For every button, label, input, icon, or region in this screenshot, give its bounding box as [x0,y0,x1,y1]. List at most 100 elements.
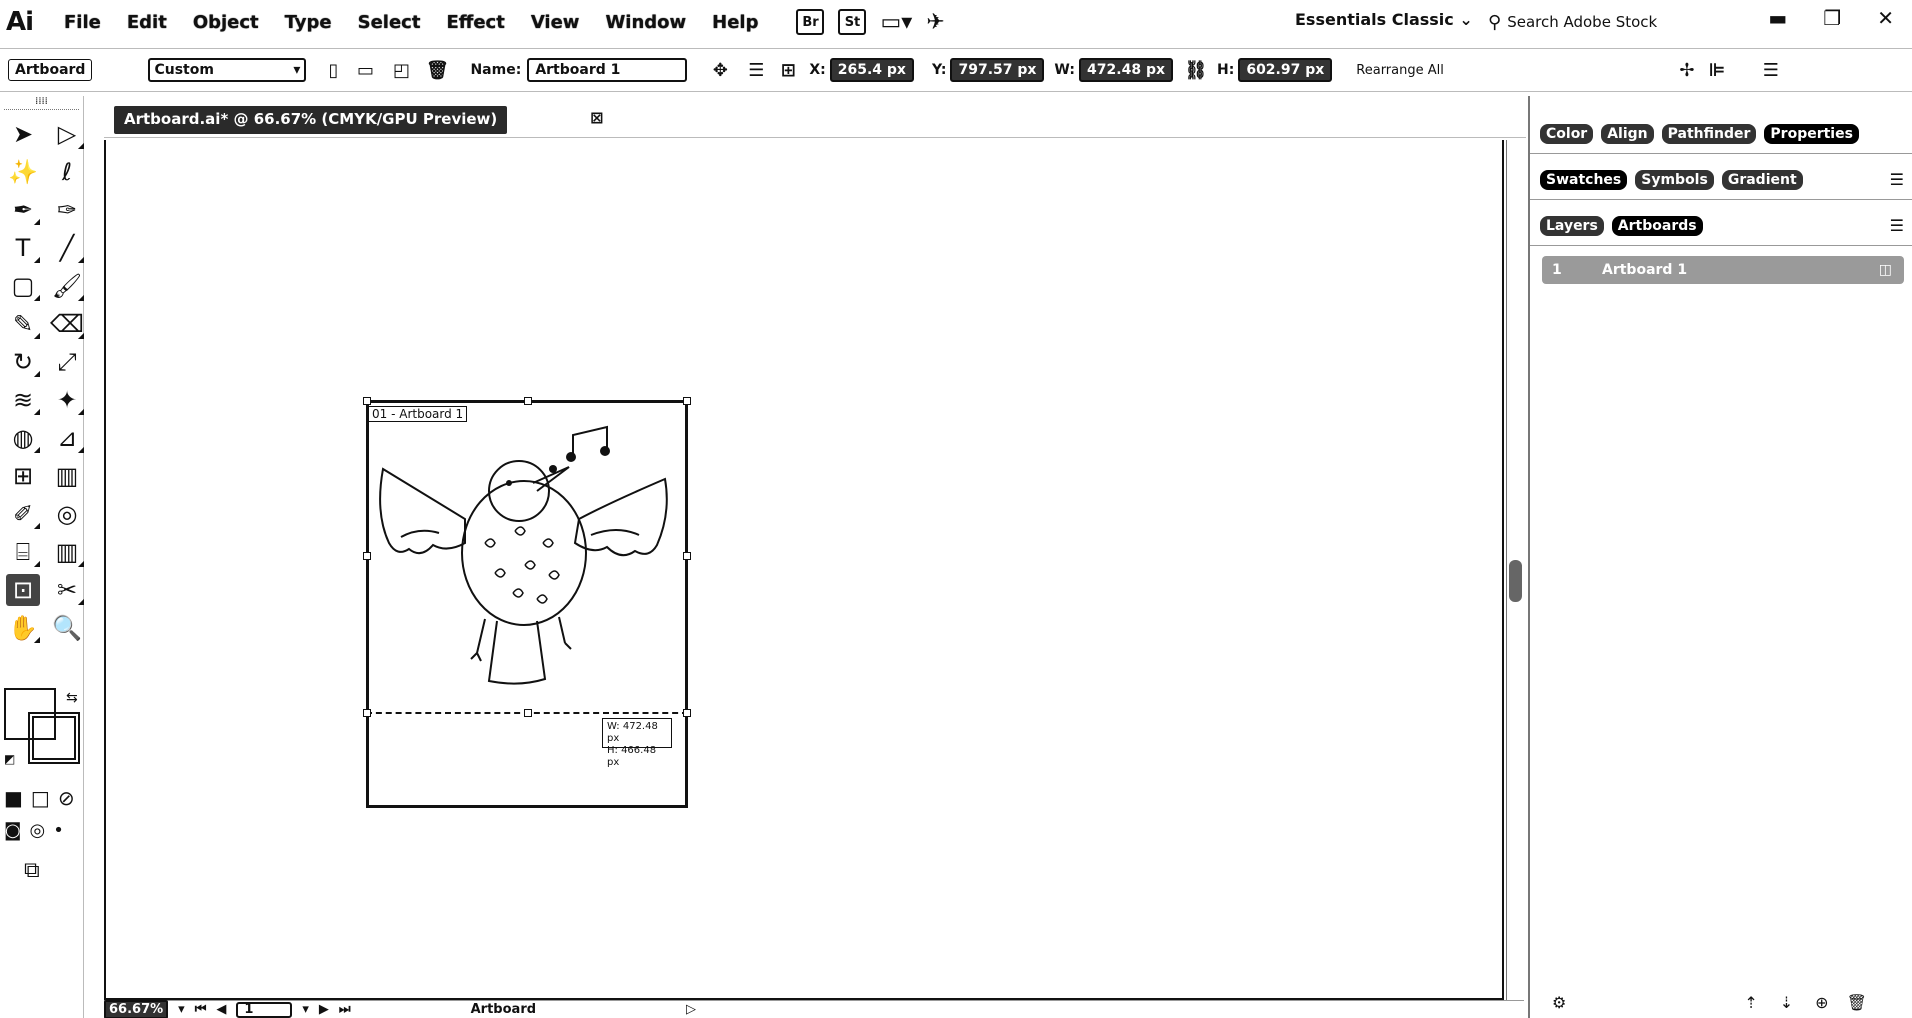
stroke-swatch[interactable] [28,712,80,764]
resize-handle[interactable] [524,397,532,405]
direct-selection-tool-icon[interactable]: ▷ ◢ [50,118,84,150]
move-down-icon[interactable]: ⇣ [1780,993,1793,1012]
new-artboard-icon[interactable]: ⊕ [1815,993,1828,1012]
symbol-sprayer-tool-icon[interactable]: ⌸ ◢ [6,536,40,568]
preset-select[interactable]: Custom ▾ [148,58,307,82]
line-tool-icon[interactable]: ╱ ◢ [50,232,84,264]
resize-handle[interactable] [363,397,371,405]
rotate-tool-icon[interactable]: ↻ ◢ [6,346,40,378]
draw-normal-icon[interactable]: ◙ [4,820,21,841]
stock-button[interactable]: St [838,9,867,35]
mesh-tool-icon[interactable]: ⊞ [6,460,40,492]
last-artboard-icon[interactable]: ⏭ [339,1002,351,1017]
zoom-field[interactable]: 66.67% [104,1000,169,1018]
menu-window[interactable]: Window [605,12,686,33]
magic-wand-tool-icon[interactable]: ✨ [6,156,40,188]
align-icon[interactable]: ⊫ [1704,57,1730,83]
paintbrush-tool-icon[interactable]: 🖌 ◢ [50,270,84,302]
type-tool-icon[interactable]: T ◢ [6,232,40,264]
panel-grip[interactable]: ⁞⁞⁞⁞ [4,96,79,110]
move-up-icon[interactable]: ⇡ [1744,993,1757,1012]
close-icon[interactable]: ⊠ [590,108,603,127]
menu-help[interactable]: Help [712,12,758,33]
pen-tool-icon[interactable]: ✒ ◢ [6,194,40,226]
menu-view[interactable]: View [531,12,580,33]
portrait-icon[interactable]: ▯ [320,57,346,83]
gpu-performance-icon[interactable]: ✈ [926,10,944,35]
panel-menu-icon[interactable]: ☰ [1890,216,1904,235]
resize-handle[interactable] [363,709,371,717]
slice-tool-icon[interactable]: ✂ ◢ [50,574,84,606]
selection-tool-icon[interactable]: ➤ [6,118,40,150]
artboard-options-icon[interactable]: ◫ [1879,262,1904,278]
close-icon[interactable]: ✕ [1877,6,1894,30]
canvas[interactable]: 01 - Artboard 1 W: 472.48 px H: 466.48 p… [104,140,1504,1000]
menu-effect[interactable]: Effect [446,12,504,33]
tab-gradient[interactable]: Gradient [1721,169,1803,190]
perspective-grid-tool-icon[interactable]: ⊿ ◢ [50,422,84,454]
shape-builder-tool-icon[interactable]: ◍ ◢ [6,422,40,454]
tab-layers[interactable]: Layers [1540,215,1604,236]
artboard-options-icon[interactable]: ☰ [743,57,769,83]
restore-icon[interactable]: ❐ [1823,6,1841,30]
artboard-tool-icon[interactable]: ⊡ [6,574,40,606]
tab-swatches[interactable]: Swatches [1540,169,1628,190]
resize-handle[interactable] [683,552,691,560]
tab-align[interactable]: Align [1601,123,1654,144]
rearrange-all-button[interactable]: Rearrange All [1356,63,1444,78]
column-graph-tool-icon[interactable]: ▥ ◢ [50,536,84,568]
link-icon[interactable]: ⛓ [1183,57,1209,83]
x-field[interactable]: 265.4 px [829,58,914,82]
y-field[interactable]: 797.57 px [950,58,1045,82]
default-colors-icon[interactable]: ◩ [4,752,15,766]
move-with-artwork-icon[interactable]: ✥ [707,57,733,83]
delete-artboard-icon[interactable]: 🗑 [424,57,450,83]
draw-inside-icon[interactable]: • [53,820,64,841]
tab-artboards[interactable]: Artboards [1611,215,1703,236]
new-artboard-icon[interactable]: ◰ [388,57,414,83]
stock-search[interactable]: ⚲ Search Adobe Stock [1488,8,1738,36]
bridge-button[interactable]: Br [796,9,825,35]
resize-handle[interactable] [683,709,691,717]
color-icon[interactable]: ■ [4,786,23,810]
minimize-icon[interactable]: ▬ [1768,6,1787,30]
scrollbar-thumb[interactable] [1509,560,1522,602]
eyedropper-tool-icon[interactable]: ✐ ◢ [6,498,40,530]
play-icon[interactable]: ▷ [686,1002,696,1017]
warp-tool-icon[interactable]: ≋ ◢ [6,384,40,416]
puppet-warp-tool-icon[interactable]: ✦ ◢ [50,384,84,416]
menu-select[interactable]: Select [358,12,421,33]
landscape-icon[interactable]: ▭ [352,57,378,83]
workspace-switcher[interactable]: Essentials Classic ⌄ [1295,10,1473,29]
resize-handle[interactable] [524,709,532,717]
tab-pathfinder[interactable]: Pathfinder [1661,123,1757,144]
h-field[interactable]: 602.97 px [1238,58,1333,82]
menu-edit[interactable]: Edit [127,12,167,33]
document-tab[interactable]: Artboard.ai* @ 66.67% (CMYK/GPU Preview) [114,106,508,134]
delete-icon[interactable]: 🗑 [1847,993,1867,1012]
artboard-number-field[interactable]: 1 [236,1001,293,1018]
draw-behind-icon[interactable]: ◎ [29,820,45,841]
curvature-tool-icon[interactable]: ✑ [50,194,84,226]
first-artboard-icon[interactable]: ⏮ [195,1002,207,1017]
name-field[interactable]: Artboard 1 [527,58,688,82]
menu-file[interactable]: File [64,12,101,33]
lasso-tool-icon[interactable]: ℓ [50,156,84,188]
panel-menu-icon[interactable]: ☰ [1890,170,1904,189]
reference-point-icon[interactable]: ⊞ [775,57,801,83]
tab-symbols[interactable]: Symbols [1635,169,1714,190]
none-icon[interactable]: ⊘ [58,786,75,810]
zoom-tool-icon[interactable]: 🔍 [50,612,84,644]
resize-handle[interactable] [683,397,691,405]
rearrange-icon[interactable]: ⚙ [1552,993,1566,1012]
transform-icon[interactable]: ✢ [1674,57,1700,83]
swap-fill-stroke-icon[interactable]: ⇆ [66,690,78,706]
gradient-swatch-icon[interactable]: □ [31,786,50,810]
shaper-tool-icon[interactable]: ✎ ◢ [6,308,40,340]
vertical-scrollbar[interactable] [1506,140,1524,1000]
hand-tool-icon[interactable]: ✋ ◢ [6,612,40,644]
next-artboard-icon[interactable]: ▶ [319,1002,329,1017]
chevron-down-icon[interactable]: ▾ [178,1002,185,1017]
rectangle-tool-icon[interactable]: ▢ ◢ [6,270,40,302]
tab-color[interactable]: Color [1540,123,1594,144]
